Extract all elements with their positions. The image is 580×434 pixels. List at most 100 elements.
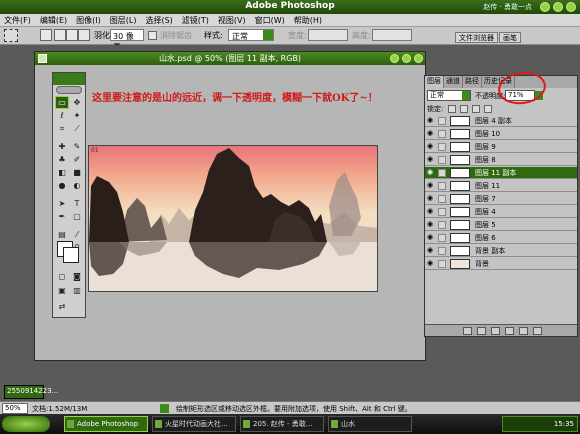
layer-row[interactable]: ◉ 图层 4 副本 <box>425 115 577 127</box>
blur-tool-icon[interactable]: ● <box>56 180 68 191</box>
menu-layer[interactable]: 图层(L) <box>106 14 142 26</box>
lock-position-icon[interactable] <box>472 105 481 113</box>
layer-row[interactable]: ◉ 背景 <box>425 258 577 270</box>
eye-icon[interactable]: ◉ <box>427 195 435 202</box>
status-menu-arrow-icon[interactable] <box>160 404 169 413</box>
screen-mode-icon[interactable]: ▣ <box>56 285 68 296</box>
link-icon[interactable] <box>438 117 446 125</box>
layer-row-selected[interactable]: ◉ 图层 11 副本 <box>425 167 577 179</box>
lock-image-icon[interactable] <box>459 105 468 113</box>
healing-brush-icon[interactable]: ✚ <box>56 141 68 152</box>
menu-edit[interactable]: 编辑(E) <box>36 14 72 26</box>
menu-help[interactable]: 帮助(H) <box>290 14 327 26</box>
eyedropper-icon[interactable]: ⁄ <box>71 229 83 240</box>
eye-icon[interactable]: ◉ <box>427 260 435 267</box>
move-tool-icon[interactable]: ✥ <box>71 97 83 108</box>
brush-icon[interactable] <box>438 169 446 177</box>
photoshop-feather-icon[interactable] <box>56 86 82 94</box>
toolbox-header[interactable] <box>53 73 85 85</box>
doc-close-button[interactable] <box>414 54 423 63</box>
link-icon[interactable] <box>438 130 446 138</box>
link-icon[interactable] <box>438 234 446 242</box>
quickmask-mode-icon[interactable]: ◙ <box>71 271 83 282</box>
shape-tool-icon[interactable]: ▢ <box>71 211 83 222</box>
tab-channels[interactable]: 通道 <box>444 76 463 88</box>
layer-row[interactable]: ◉ 图层 11 <box>425 180 577 192</box>
eye-icon[interactable]: ◉ <box>427 117 435 124</box>
layer-row[interactable]: ◉ 图层 10 <box>425 128 577 140</box>
eye-icon[interactable]: ◉ <box>427 234 435 241</box>
link-icon[interactable] <box>438 221 446 229</box>
fullscreen-mode-icon[interactable]: ▥ <box>71 285 83 296</box>
pen-tool-icon[interactable]: ✒ <box>56 211 68 222</box>
start-button[interactable] <box>2 416 50 432</box>
lock-transparency-icon[interactable] <box>447 105 456 113</box>
new-set-icon[interactable] <box>491 327 500 335</box>
layer-row[interactable]: ◉ 图层 6 <box>425 232 577 244</box>
layer-row[interactable]: ◉ 图层 4 <box>425 206 577 218</box>
layer-row[interactable]: ◉ 背景 副本 <box>425 245 577 257</box>
eye-icon[interactable]: ◉ <box>427 221 435 228</box>
menu-select[interactable]: 选择(S) <box>141 14 177 26</box>
notes-tool-icon[interactable]: ▤ <box>56 229 68 240</box>
system-tray[interactable]: 15:35 <box>502 416 578 432</box>
eye-icon[interactable]: ◉ <box>427 247 435 254</box>
eraser-tool-icon[interactable]: ◧ <box>56 167 68 178</box>
magic-wand-icon[interactable]: ✦ <box>71 110 83 121</box>
adjustment-layer-icon[interactable] <box>505 327 514 335</box>
document-title-bar[interactable]: 山水.psd @ 50% (图层 11 副本, RGB) <box>35 52 425 65</box>
menu-image[interactable]: 图像(I) <box>72 14 106 26</box>
taskbar-task-photoshop[interactable]: Adobe Photoshop <box>64 416 148 432</box>
add-selection-icon[interactable] <box>54 29 66 41</box>
well-tab-brushes[interactable]: 画笔 <box>499 32 521 43</box>
image-canvas[interactable]: 01 <box>88 145 378 292</box>
crop-tool-icon[interactable]: ⌗ <box>56 123 68 134</box>
close-button[interactable] <box>566 2 576 12</box>
history-brush-icon[interactable]: ✐ <box>71 154 83 165</box>
eye-icon[interactable]: ◉ <box>427 208 435 215</box>
lock-all-icon[interactable] <box>484 105 493 113</box>
new-selection-icon[interactable] <box>40 29 52 41</box>
link-icon[interactable] <box>438 247 446 255</box>
add-mask-icon[interactable] <box>477 327 486 335</box>
dodge-tool-icon[interactable]: ◐ <box>71 180 83 191</box>
width-input[interactable] <box>308 29 348 41</box>
tab-paths[interactable]: 路径 <box>463 76 482 88</box>
layer-row[interactable]: ◉ 图层 7 <box>425 193 577 205</box>
taskbar-task-forum[interactable]: 火星时代动画大社... <box>152 416 236 432</box>
new-layer-icon[interactable] <box>519 327 528 335</box>
link-icon[interactable] <box>438 195 446 203</box>
eye-icon[interactable]: ◉ <box>427 169 435 176</box>
link-icon[interactable] <box>438 182 446 190</box>
marquee-tool-icon[interactable]: ▭ <box>55 96 69 109</box>
background-color-swatch[interactable] <box>63 247 79 263</box>
clone-stamp-icon[interactable]: ♣ <box>56 154 68 165</box>
standard-mode-icon[interactable]: ◻ <box>56 271 68 282</box>
blend-mode-select[interactable]: 正常 <box>427 90 471 101</box>
antialias-checkbox[interactable] <box>148 31 157 40</box>
eye-icon[interactable]: ◉ <box>427 130 435 137</box>
menu-file[interactable]: 文件(F) <box>0 14 36 26</box>
style-select[interactable]: 正常 <box>228 29 274 41</box>
brush-tool-icon[interactable]: ✎ <box>71 141 83 152</box>
feather-input[interactable]: 30 像素 <box>110 29 144 52</box>
eye-icon[interactable]: ◉ <box>427 156 435 163</box>
trash-icon[interactable] <box>533 327 542 335</box>
doc-maximize-button[interactable] <box>402 54 411 63</box>
path-select-icon[interactable]: ➤ <box>56 198 68 209</box>
slice-tool-icon[interactable]: ⟋ <box>71 123 83 134</box>
marquee-tool-preset-icon[interactable] <box>4 29 18 42</box>
lasso-tool-icon[interactable]: ℓ <box>56 110 68 121</box>
layer-row[interactable]: ◉ 图层 8 <box>425 154 577 166</box>
tab-layers[interactable]: 图层 <box>425 76 444 88</box>
eye-icon[interactable]: ◉ <box>427 143 435 150</box>
layer-row[interactable]: ◉ 图层 9 <box>425 141 577 153</box>
layer-row[interactable]: ◉ 图层 5 <box>425 219 577 231</box>
maximize-button[interactable] <box>553 2 563 12</box>
height-input[interactable] <box>372 29 412 41</box>
link-icon[interactable] <box>438 156 446 164</box>
link-icon[interactable] <box>438 208 446 216</box>
doc-minimize-button[interactable] <box>390 54 399 63</box>
menu-view[interactable]: 视图(V) <box>214 14 251 26</box>
well-tab-file-browser[interactable]: 文件浏览器 <box>455 32 498 43</box>
